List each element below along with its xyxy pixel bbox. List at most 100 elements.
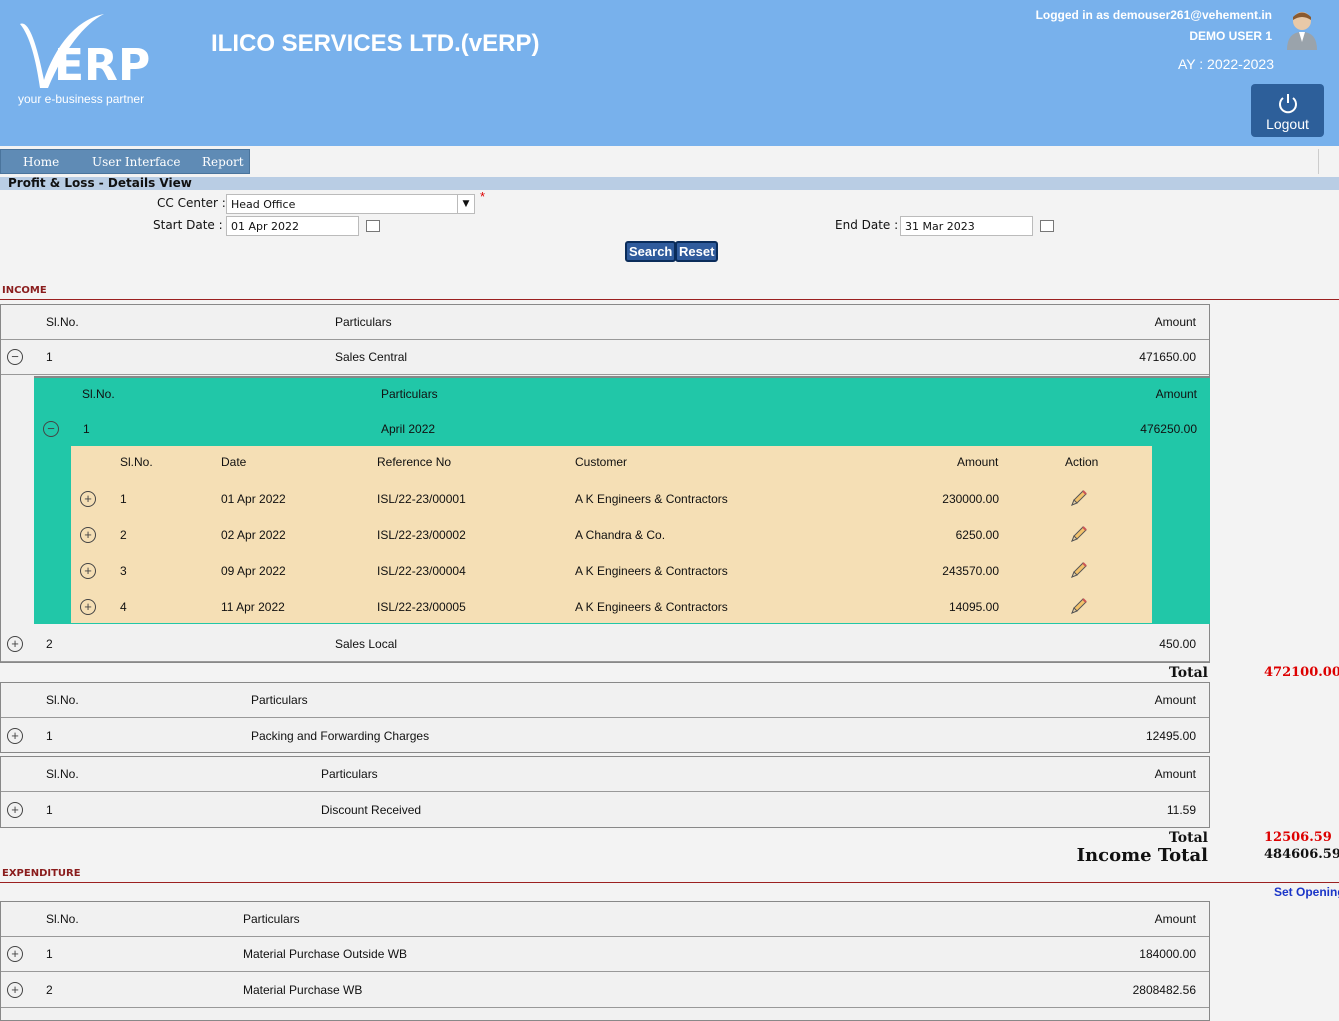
col-amount: Amount	[1154, 767, 1196, 781]
row-particulars: Discount Received	[321, 802, 422, 817]
row-amount: 471650.00	[1139, 350, 1196, 364]
edit-icon[interactable]	[1069, 596, 1089, 616]
income-total-value: 484606.59	[1264, 847, 1339, 862]
edit-icon[interactable]	[1069, 560, 1089, 580]
table-row: + 1 Packing and Forwarding Charges 12495…	[1, 718, 1209, 753]
income-total-2-label: Total	[1168, 830, 1208, 846]
income-total-label: Income Total	[1076, 845, 1208, 866]
expand-icon[interactable]: +	[7, 801, 23, 818]
expand-icon[interactable]: +	[80, 599, 96, 615]
company-name: ILICO SERVICES LTD.(vERP)	[211, 30, 540, 57]
detail-amount: 6250.00	[955, 528, 999, 542]
set-opening-link[interactable]: Set Opening	[1274, 885, 1339, 899]
detail-sl: 2	[120, 528, 127, 542]
academic-year: AY : 2022-2023	[1177, 56, 1274, 72]
expenditure-section-label: EXPENDITURE	[2, 868, 81, 879]
end-date-input[interactable]: 31 Mar 2023	[900, 216, 1033, 236]
detail-col-action: Action	[1065, 455, 1099, 469]
table-header-row: Sl.No. Particulars Amount	[1, 683, 1209, 718]
detail-sl: 1	[120, 492, 127, 506]
expand-icon[interactable]: +	[80, 491, 96, 507]
end-date-label: End Date :	[835, 218, 899, 232]
collapse-icon[interactable]: −	[7, 349, 23, 365]
end-calendar-icon[interactable]	[1040, 220, 1054, 232]
detail-date: 09 Apr 2022	[221, 564, 286, 578]
col-sl: Sl.No.	[46, 693, 79, 707]
row-particulars: Material Purchase WB	[243, 983, 363, 997]
detail-row: +3 09 Apr 2022 ISL/22-23/00004 A K Engineer…	[71, 553, 1152, 589]
detail-customer: A K Engineers & Contractors	[575, 564, 728, 578]
sub-row-particulars: April 2022	[381, 422, 436, 436]
expand-icon[interactable]: +	[7, 727, 23, 744]
row-amount: 184000.00	[1139, 947, 1196, 961]
collapse-icon[interactable]: −	[43, 421, 59, 437]
row-particulars: Sales Local	[335, 637, 398, 651]
detail-date: 02 Apr 2022	[221, 528, 286, 542]
expand-icon[interactable]: +	[7, 946, 23, 962]
expand-icon[interactable]: +	[80, 563, 96, 579]
detail-customer: A K Engineers & Contractors	[575, 492, 728, 506]
col-sl: Sl.No.	[46, 315, 79, 329]
row-particulars: Sales Central	[335, 350, 408, 364]
table-row: − 1 Sales Central 471650.00	[1, 340, 1209, 375]
detail-ref: ISL/22-23/00001	[377, 492, 466, 506]
income-total-2-value: 12506.59	[1264, 830, 1332, 845]
table-row: + 1 Discount Received 11.59	[1, 792, 1209, 827]
col-particulars: Particulars	[335, 315, 392, 329]
detail-amount: 230000.00	[942, 492, 999, 506]
table-header-row: Sl.No. Particulars Amount	[1, 902, 1209, 937]
app-header: ERP your e-business partner ILICO SERVIC…	[0, 0, 1339, 146]
edit-icon[interactable]	[1069, 488, 1089, 508]
logged-in-text: Logged in as demouser261@vehement.in	[1035, 8, 1272, 22]
detail-sl: 3	[120, 564, 127, 578]
user-name: DEMO USER 1	[1189, 29, 1272, 43]
detail-ref: ISL/22-23/00002	[377, 528, 466, 542]
cc-center-select[interactable]: Head Office ▼	[226, 194, 475, 214]
row-sl: 1	[46, 728, 53, 743]
table-header-row: Sl.No. Particulars Amount	[1, 305, 1209, 340]
sub-col-amount: Amount	[1155, 387, 1197, 401]
nav-home[interactable]: Home	[23, 155, 59, 169]
nav-user-interface[interactable]: User Interface	[92, 155, 180, 169]
row-amount: 12495.00	[1145, 728, 1196, 743]
search-button[interactable]: Search	[625, 241, 677, 262]
detail-row: +2 02 Apr 2022 ISL/22-23/00002 A Chandra & …	[71, 517, 1152, 553]
cc-center-value: Head Office	[231, 198, 296, 211]
detail-customer: A K Engineers & Contractors	[575, 600, 728, 614]
detail-row: +4 11 Apr 2022 ISL/22-23/00005 A K Engineer…	[71, 589, 1152, 625]
user-avatar-icon	[1287, 12, 1317, 50]
edit-icon[interactable]	[1069, 524, 1089, 544]
detail-date: 11 Apr 2022	[221, 600, 285, 614]
col-particulars: Particulars	[251, 693, 308, 707]
start-calendar-icon[interactable]	[366, 220, 380, 232]
page-title-bar: Profit & Loss - Details View	[0, 176, 1339, 190]
sub-row-sl: 1	[83, 422, 90, 436]
row-amount: 11.59	[1166, 802, 1196, 817]
row-sl: 1	[46, 350, 53, 364]
table-row: + 2 Sales Local 450.00	[1, 627, 1209, 662]
expand-icon[interactable]: +	[80, 527, 96, 543]
table-header-row: Sl.No. Particulars Amount	[1, 757, 1209, 792]
svg-text:ERP: ERP	[54, 40, 150, 91]
nav-report[interactable]: Report	[202, 155, 244, 169]
col-sl: Sl.No.	[46, 767, 79, 781]
income-table-3: Sl.No. Particulars Amount + 1 Discount R…	[0, 756, 1210, 828]
row-sl: 2	[46, 983, 53, 997]
col-amount: Amount	[1154, 315, 1196, 329]
income-section-label: INCOME	[2, 285, 47, 296]
income-table-2: Sl.No. Particulars Amount + 1 Packing an…	[0, 682, 1210, 753]
main-nav: Home User Interface Report	[0, 149, 250, 174]
expand-icon[interactable]: +	[7, 982, 23, 998]
chevron-down-icon[interactable]: ▼	[457, 195, 474, 213]
detail-amount: 14095.00	[948, 600, 999, 614]
start-date-label: Start Date :	[153, 218, 223, 232]
detail-row: +1 01 Apr 2022 ISL/22-23/00001 A K Engineer…	[71, 481, 1152, 517]
start-date-input[interactable]: 01 Apr 2022	[226, 216, 359, 236]
row-particulars: Material Purchase Outside WB	[243, 947, 408, 961]
logout-button[interactable]: Logout	[1251, 84, 1324, 137]
table-row: + 1 Material Purchase Outside WB 184000.…	[1, 937, 1209, 972]
expand-icon[interactable]: +	[7, 636, 23, 652]
detail-customer: A Chandra & Co.	[575, 528, 666, 542]
row-sl: 2	[46, 637, 53, 651]
reset-button[interactable]: Reset	[675, 241, 719, 262]
